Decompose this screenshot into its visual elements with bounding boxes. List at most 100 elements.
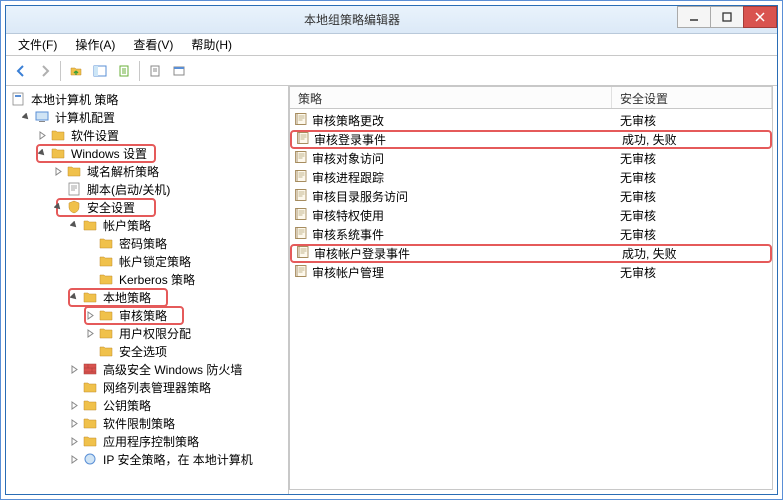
menu-file[interactable]: 文件(F) <box>10 34 65 55</box>
refresh-button[interactable] <box>144 60 166 82</box>
policy-name: 审核系统事件 <box>312 226 384 243</box>
tree-node-user-rights[interactable]: 用户权限分配 <box>8 324 286 342</box>
list-row[interactable]: 审核帐户管理 无审核 <box>290 263 772 282</box>
policy-icon <box>294 226 308 243</box>
close-button[interactable] <box>743 6 777 28</box>
policy-name: 审核策略更改 <box>312 112 384 129</box>
collapse-icon[interactable] <box>36 147 48 159</box>
expand-icon[interactable] <box>52 165 64 177</box>
policy-setting: 无审核 <box>616 226 768 243</box>
tree-node-scripts[interactable]: 脚本(启动/关机) <box>8 180 286 198</box>
expand-icon[interactable] <box>68 435 80 447</box>
maximize-button[interactable] <box>710 6 744 28</box>
ipsec-icon <box>82 451 98 467</box>
minimize-button[interactable] <box>677 6 711 28</box>
export-button[interactable] <box>113 60 135 82</box>
policy-root-icon <box>10 91 26 107</box>
tree-node-software[interactable]: 软件设置 <box>8 126 286 144</box>
tree-node-computer-config[interactable]: 计算机配置 <box>8 108 286 126</box>
collapse-icon[interactable] <box>68 219 80 231</box>
tree-node-windows-settings[interactable]: Windows 设置 <box>8 144 286 162</box>
policy-setting: 无审核 <box>616 188 768 205</box>
policy-icon <box>294 207 308 224</box>
tree-node-local-policy[interactable]: 本地策略 <box>8 288 286 306</box>
tree-pane[interactable]: 本地计算机 策略 计算机配置 软件设置 Windows 设置 域名解析策 <box>6 86 289 494</box>
show-hide-tree-button[interactable] <box>89 60 111 82</box>
list-row[interactable]: 审核系统事件 无审核 <box>290 225 772 244</box>
policy-icon <box>296 131 310 148</box>
tree-node-security[interactable]: 安全设置 <box>8 198 286 216</box>
folder-icon <box>82 433 98 449</box>
folder-icon <box>82 217 98 233</box>
list-row[interactable]: 审核策略更改 无审核 <box>290 111 772 130</box>
policy-name: 审核帐户管理 <box>312 264 384 281</box>
collapse-icon[interactable] <box>20 111 32 123</box>
window-frame: 本地组策略编辑器 文件(F) 操作(A) 查看(V) 帮助(H) <box>5 5 778 495</box>
security-icon <box>66 199 82 215</box>
folder-icon <box>50 127 66 143</box>
policy-setting: 无审核 <box>616 112 768 129</box>
collapse-icon[interactable] <box>52 201 64 213</box>
back-button[interactable] <box>10 60 32 82</box>
expand-icon[interactable] <box>36 129 48 141</box>
menu-help[interactable]: 帮助(H) <box>183 34 240 55</box>
policy-name: 审核特权使用 <box>312 207 384 224</box>
policy-setting: 无审核 <box>616 264 768 281</box>
expand-icon[interactable] <box>68 417 80 429</box>
tree-node-audit-policy[interactable]: 审核策略 <box>8 306 286 324</box>
firewall-icon <box>82 361 98 377</box>
expand-icon[interactable] <box>68 363 80 375</box>
script-icon <box>66 181 82 197</box>
list-body[interactable]: 审核策略更改无审核审核登录事件成功, 失败审核对象访问无审核审核进程跟踪无审核审… <box>290 109 772 489</box>
tree-node-sec-options[interactable]: 安全选项 <box>8 342 286 360</box>
tree-node-kerberos[interactable]: Kerberos 策略 <box>8 270 286 288</box>
properties-button[interactable] <box>168 60 190 82</box>
list-row[interactable]: 审核特权使用无审核 <box>290 206 772 225</box>
list-row[interactable]: 审核对象访问无审核 <box>290 149 772 168</box>
list-pane: 策略 安全设置 审核策略更改无审核审核登录事件成功, 失败审核对象访问无审核审核… <box>289 86 773 490</box>
policy-setting: 成功, 失败 <box>618 131 766 148</box>
column-header-policy[interactable]: 策略 <box>290 87 612 108</box>
tree-node-pubkey[interactable]: 公钥策略 <box>8 396 286 414</box>
list-row[interactable]: 审核登录事件 成功, 失败 <box>290 130 772 149</box>
tree-node-nlm[interactable]: 网络列表管理器策略 <box>8 378 286 396</box>
list-header: 策略 安全设置 <box>290 87 772 109</box>
expand-icon[interactable] <box>68 453 80 465</box>
expand-icon[interactable] <box>84 327 96 339</box>
folder-icon <box>82 289 98 305</box>
policy-name: 审核进程跟踪 <box>312 169 384 186</box>
policy-name: 审核目录服务访问 <box>312 188 408 205</box>
expand-icon[interactable] <box>68 399 80 411</box>
up-button[interactable] <box>65 60 87 82</box>
tree-node-lockout-policy[interactable]: 帐户锁定策略 <box>8 252 286 270</box>
folder-icon <box>66 163 82 179</box>
policy-icon <box>294 188 308 205</box>
tree-node-dns[interactable]: 域名解析策略 <box>8 162 286 180</box>
column-header-setting[interactable]: 安全设置 <box>612 87 772 108</box>
policy-icon <box>294 112 308 129</box>
collapse-icon[interactable] <box>68 291 80 303</box>
list-row[interactable]: 审核进程跟踪无审核 <box>290 168 772 187</box>
policy-name: 审核登录事件 <box>314 131 386 148</box>
tree-node-password-policy[interactable]: 密码策略 <box>8 234 286 252</box>
tree-node-ipsec[interactable]: IP 安全策略，在 本地计算机 <box>8 450 286 468</box>
tree-node-app-ctrl[interactable]: 应用程序控制策略 <box>8 432 286 450</box>
expand-icon[interactable] <box>84 309 96 321</box>
folder-icon <box>98 325 114 341</box>
folder-icon <box>82 415 98 431</box>
tree-node-root[interactable]: 本地计算机 策略 <box>8 90 286 108</box>
menu-view[interactable]: 查看(V) <box>125 34 181 55</box>
list-row[interactable]: 审核帐户登录事件成功, 失败 <box>290 244 772 263</box>
folder-icon <box>98 253 114 269</box>
tree-node-account-policy[interactable]: 帐户策略 <box>8 216 286 234</box>
forward-button[interactable] <box>34 60 56 82</box>
folder-icon <box>50 145 66 161</box>
policy-name: 审核对象访问 <box>312 150 384 167</box>
list-row[interactable]: 审核目录服务访问 无审核 <box>290 187 772 206</box>
menu-action[interactable]: 操作(A) <box>67 34 123 55</box>
tree-node-srp[interactable]: 软件限制策略 <box>8 414 286 432</box>
folder-icon <box>98 307 114 323</box>
tree-node-adv-firewall[interactable]: 高级安全 Windows 防火墙 <box>8 360 286 378</box>
folder-icon <box>82 379 98 395</box>
folder-icon <box>98 343 114 359</box>
